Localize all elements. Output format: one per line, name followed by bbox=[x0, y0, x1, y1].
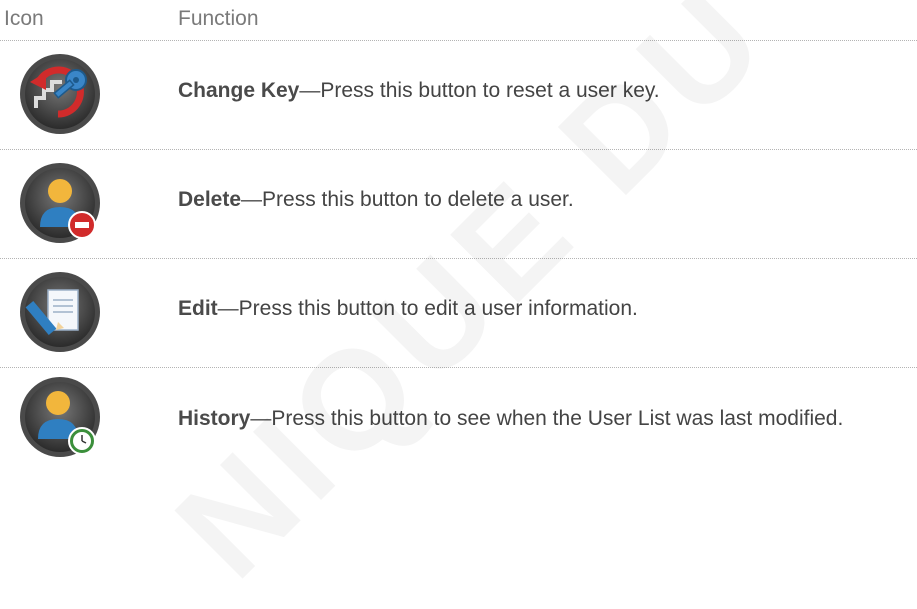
table-row: Change Key—Press this button to reset a … bbox=[0, 41, 917, 143]
row-description: Edit—Press this button to edit a user in… bbox=[178, 297, 638, 321]
row-term: Edit bbox=[178, 297, 218, 320]
icon-column-header: Icon bbox=[4, 7, 44, 30]
row-text: Press this button to edit a user informa… bbox=[238, 297, 638, 320]
row-term: Change Key bbox=[178, 79, 300, 102]
row-dash: — bbox=[299, 79, 321, 102]
function-column-header: Function bbox=[178, 7, 259, 30]
history-icon bbox=[18, 375, 102, 459]
row-dash: — bbox=[241, 188, 263, 211]
table-row: History—Press this button to see when th… bbox=[0, 360, 917, 462]
table-header: Icon Function bbox=[0, 0, 917, 41]
row-term: Delete bbox=[178, 188, 242, 211]
row-text: Press this button to delete a user. bbox=[262, 188, 574, 211]
row-description: Change Key—Press this button to reset a … bbox=[178, 79, 660, 103]
row-text: Press this button to see when the User L… bbox=[271, 407, 844, 430]
row-text: Press this button to reset a user key. bbox=[320, 79, 660, 102]
row-description: History—Press this button to see when th… bbox=[178, 407, 843, 431]
delete-user-icon bbox=[18, 161, 102, 245]
change-key-icon bbox=[18, 52, 102, 136]
table-row: Edit—Press this button to edit a user in… bbox=[0, 259, 917, 361]
row-term: History bbox=[178, 407, 251, 430]
row-dash: — bbox=[217, 297, 239, 320]
table-row: Delete—Press this button to delete a use… bbox=[0, 150, 917, 252]
icon-function-table: Icon Function Change Key—Press this butt… bbox=[0, 0, 917, 462]
row-description: Delete—Press this button to delete a use… bbox=[178, 188, 574, 212]
row-dash: — bbox=[250, 407, 272, 430]
edit-user-icon bbox=[18, 270, 102, 354]
